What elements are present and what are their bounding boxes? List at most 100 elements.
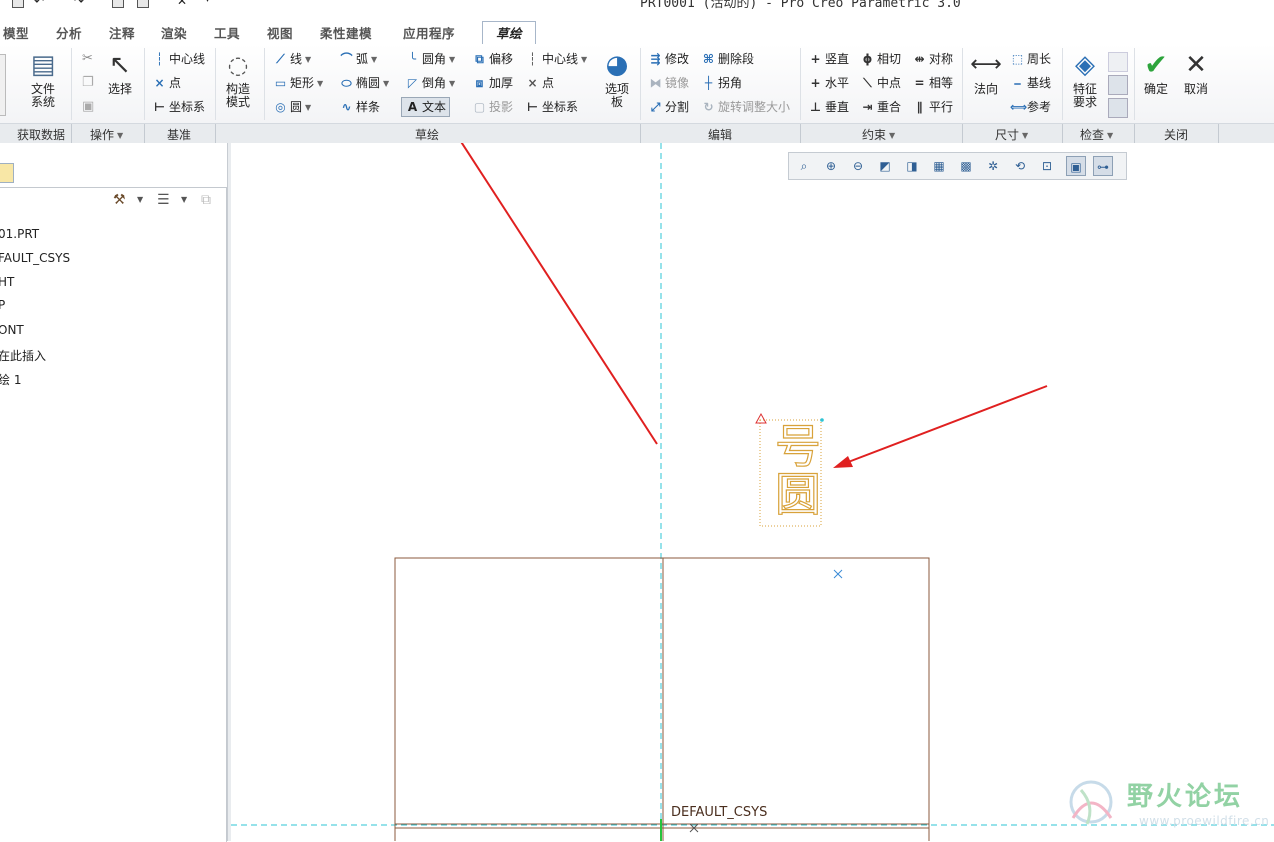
feature-requirements-button[interactable]: ◈ 特征 要求 (1068, 50, 1102, 109)
import-icon[interactable] (0, 54, 6, 116)
offset-button[interactable]: ⧉ 偏移 (472, 49, 513, 69)
file-system-button[interactable]: ▤ 文件 系统 (24, 50, 62, 109)
datum-csys-button[interactable]: ⊢ 坐标系 (152, 97, 205, 117)
group-dimension[interactable]: 尺寸 ▼ (995, 126, 1028, 143)
show-icon[interactable]: ☰ (157, 192, 170, 208)
reference-button[interactable]: ⟺参考 (1010, 97, 1051, 117)
tab-tools[interactable]: 工具 (214, 24, 240, 43)
arc-button[interactable]: ⌒ 弧 ▼ (339, 49, 377, 69)
tree-item-top[interactable]: P (0, 298, 5, 312)
perpendicular-constraint-button[interactable]: ⊥ 垂直 (808, 97, 849, 117)
tangent-constraint-button[interactable]: ϕ 相切 (860, 49, 901, 69)
vertical-constraint-button[interactable]: + 竖直 (808, 49, 849, 69)
ellipse-button[interactable]: ⬭ 椭圆 ▼ (339, 73, 389, 93)
modify-button[interactable]: ⇶ 修改 (648, 49, 689, 69)
divide-button[interactable]: ⤢ 分割 (648, 97, 689, 117)
parallel-constraint-button[interactable]: ∥ 平行 (912, 97, 954, 117)
datum-point-button[interactable]: × 点 (152, 73, 181, 93)
close-window-icon[interactable]: ✕ (177, 0, 187, 8)
highlight-open-ends-icon[interactable] (1108, 98, 1128, 118)
title-bar: ↶ ↷ ✕ ▾ PRT0001 (活动的) - Pro Creo Paramet… (0, 0, 1274, 20)
project-icon: ▢ (473, 100, 486, 114)
line-button[interactable]: ⟋ 线 ▼ (273, 49, 311, 69)
paste-icon[interactable]: ▣ (82, 99, 94, 114)
ribbon-tabs: 模型 分析 注释 渲染 工具 视图 柔性建模 应用程序 草绘 (0, 21, 1274, 45)
cut-icon[interactable]: ✂ (82, 51, 93, 66)
settings-icon[interactable]: ⚒ (113, 192, 126, 208)
text-button[interactable]: A 文本 (401, 97, 451, 117)
normal-dimension-button[interactable]: ⟷ 法向 (967, 50, 1005, 96)
baseline-icon: ⎯ (1014, 76, 1021, 90)
tree-item-insert-here[interactable]: 在此插入 (0, 347, 46, 364)
chamfer-button[interactable]: ◸ 倒角 ▼ (405, 73, 455, 93)
thicken-button[interactable]: ⧈ 加厚 (472, 73, 513, 93)
tab-annotate[interactable]: 注释 (109, 24, 135, 43)
sketch-text-entity[interactable]: 号圆 (761, 421, 822, 518)
delete-segment-button[interactable]: ⌘ 删除段 (701, 49, 754, 69)
sketch-centerline-button[interactable]: ┆ 中心线 ▼ (525, 49, 587, 69)
graphics-area[interactable]: ⌕ ⊕ ⊖ ◩ ◨ ▦ ▩ ✲ ⟲ ⊡ ▣ ⊶ 号圆 DEFAULT_CSYS … (231, 143, 1274, 841)
midpoint-constraint-button[interactable]: ⟍ 中点 (860, 73, 901, 93)
tree-item-front[interactable]: ONT (0, 323, 24, 337)
redo-icon[interactable]: ↷ (74, 0, 84, 8)
tree-item-sketch-1[interactable]: 绘 1 (0, 371, 21, 388)
group-sketching[interactable]: 草绘 (415, 126, 439, 143)
watermark-name: 野火论坛 (1127, 782, 1244, 812)
tree-item-right[interactable]: HT (0, 275, 14, 289)
undo-icon[interactable]: ↶ (34, 0, 44, 8)
mirror-button[interactable]: ⧓ 镜像 (648, 73, 690, 93)
fillet-icon: ╰ (408, 52, 417, 66)
coincident-constraint-button[interactable]: ⇥ 重合 (860, 97, 901, 117)
ok-button[interactable]: ✔ 确定 (1139, 50, 1173, 96)
tab-view[interactable]: 视图 (267, 24, 293, 43)
sketch-csys-button[interactable]: ⊢ 坐标系 (525, 97, 578, 117)
tab-render[interactable]: 渲染 (161, 24, 187, 43)
group-get-data[interactable]: 获取数据 (17, 126, 65, 143)
chevron-down-icon[interactable]: ▼ (181, 195, 187, 204)
perimeter-button[interactable]: ⬚ 周长 (1010, 49, 1051, 69)
fillet-button[interactable]: ╰ 圆角 ▼ (405, 49, 455, 69)
rectangle-button[interactable]: ▭ 矩形 ▼ (273, 73, 323, 93)
project-button[interactable]: ▢ 投影 (472, 97, 513, 117)
copy-icon[interactable]: ❐ (82, 75, 94, 90)
symmetric-constraint-button[interactable]: ⇹ 对称 (912, 49, 953, 69)
regenerate-icon[interactable] (112, 0, 124, 8)
perpendicular-icon: ⊥ (810, 100, 821, 114)
tab-sketch[interactable]: 草绘 (482, 21, 537, 45)
corner-button[interactable]: ┼ 拐角 (701, 73, 742, 93)
sketch-point-button[interactable]: × 点 (525, 73, 554, 93)
tab-model[interactable]: 模型 (3, 24, 29, 43)
filter-icon[interactable]: ⧉ (201, 192, 211, 208)
select-button[interactable]: ↖ 选择 (104, 50, 136, 96)
group-operations[interactable]: 操作 ▼ (90, 126, 123, 143)
windows-icon[interactable] (137, 0, 149, 8)
group-editing[interactable]: 编辑 (708, 126, 732, 143)
shade-closed-loops-icon[interactable] (1108, 75, 1128, 95)
group-constrain[interactable]: 约束 ▼ (862, 126, 895, 143)
centerline-icon: ┆ (528, 52, 537, 66)
baseline-button[interactable]: ⎯ 基线 (1010, 73, 1051, 93)
tab-analysis[interactable]: 分析 (56, 24, 82, 43)
model-tree-tab-icon[interactable] (0, 163, 14, 183)
equal-constraint-button[interactable]: = 相等 (912, 73, 953, 93)
cancel-button[interactable]: ✕ 取消 (1180, 50, 1212, 96)
circle-button[interactable]: ◎ 圆 ▼ (273, 97, 311, 117)
tab-flexible-modeling[interactable]: 柔性建模 (320, 24, 372, 43)
quick-access-dropdown-icon[interactable]: ▾ (205, 0, 210, 5)
palette-button[interactable]: ◕ 选项 板 (600, 50, 634, 109)
construction-mode-button[interactable]: ◌ 构造 模式 (222, 50, 254, 109)
chevron-down-icon[interactable]: ▼ (137, 195, 143, 204)
model-tree-pane (0, 187, 227, 842)
tab-applications[interactable]: 应用程序 (403, 24, 455, 43)
rotate-resize-button[interactable]: ↻ 旋转调整大小 (701, 97, 790, 117)
save-icon[interactable] (12, 0, 24, 8)
group-datum[interactable]: 基准 (167, 126, 191, 143)
horizontal-constraint-button[interactable]: + 水平 (808, 73, 849, 93)
spline-button[interactable]: ∿ 样条 (339, 97, 380, 117)
group-close[interactable]: 关闭 (1164, 126, 1188, 143)
group-inspect[interactable]: 检查 ▼ (1080, 126, 1113, 143)
overlap-check-icon[interactable] (1108, 52, 1128, 72)
datum-centerline-button[interactable]: ┆ 中心线 (152, 49, 205, 69)
tree-item-part[interactable]: 01.PRT (0, 227, 39, 241)
tree-item-default-csys[interactable]: FAULT_CSYS (0, 251, 70, 265)
